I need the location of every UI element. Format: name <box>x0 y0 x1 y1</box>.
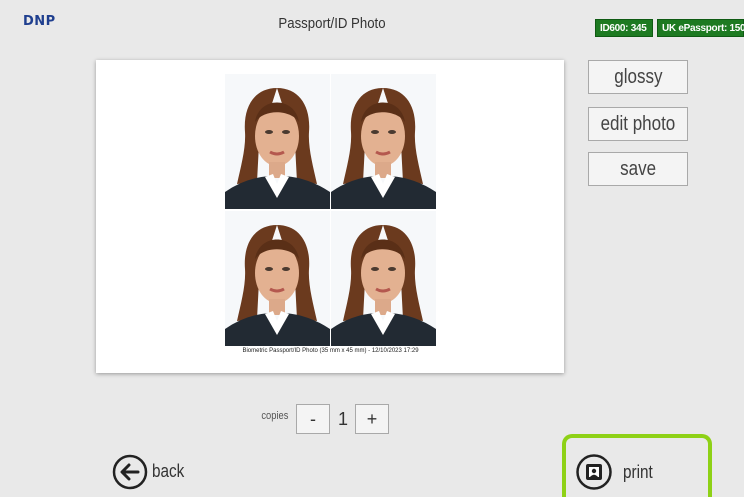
passport-photo <box>331 74 436 209</box>
copies-value: 1 <box>337 409 348 429</box>
id600-counter-badge: ID600: 345 <box>595 19 653 37</box>
save-button-label: save <box>620 158 656 180</box>
decrease-copies-button[interactable]: - <box>296 404 330 434</box>
passport-photo <box>331 211 436 346</box>
glossy-button[interactable]: glossy <box>588 60 688 94</box>
print-photo-icon <box>576 454 612 490</box>
uk-passport-counter-badge: UK ePassport: 1500 <box>657 19 744 37</box>
copies-label: copies <box>261 410 289 422</box>
back-arrow-icon <box>112 454 148 490</box>
photo-caption: Biometric Passport/ID Photo (35 mm x 45 … <box>242 348 419 354</box>
page-title: Passport/ID Photo <box>278 15 386 32</box>
passport-photo <box>225 211 330 346</box>
save-button[interactable]: save <box>588 152 688 186</box>
passport-photo <box>225 74 330 209</box>
photo-sheet: Biometric Passport/ID Photo (35 mm x 45 … <box>225 74 436 357</box>
print-preview: Biometric Passport/ID Photo (35 mm x 45 … <box>96 60 564 373</box>
print-button[interactable]: print <box>575 454 685 490</box>
increase-copies-button[interactable]: + <box>355 404 389 434</box>
edit-photo-button-label: edit photo <box>600 113 676 135</box>
edit-photo-button[interactable]: edit photo <box>588 107 688 141</box>
print-button-label: print <box>623 462 653 482</box>
glossy-button-label: glossy <box>613 66 663 88</box>
back-button-label: back <box>152 461 185 481</box>
